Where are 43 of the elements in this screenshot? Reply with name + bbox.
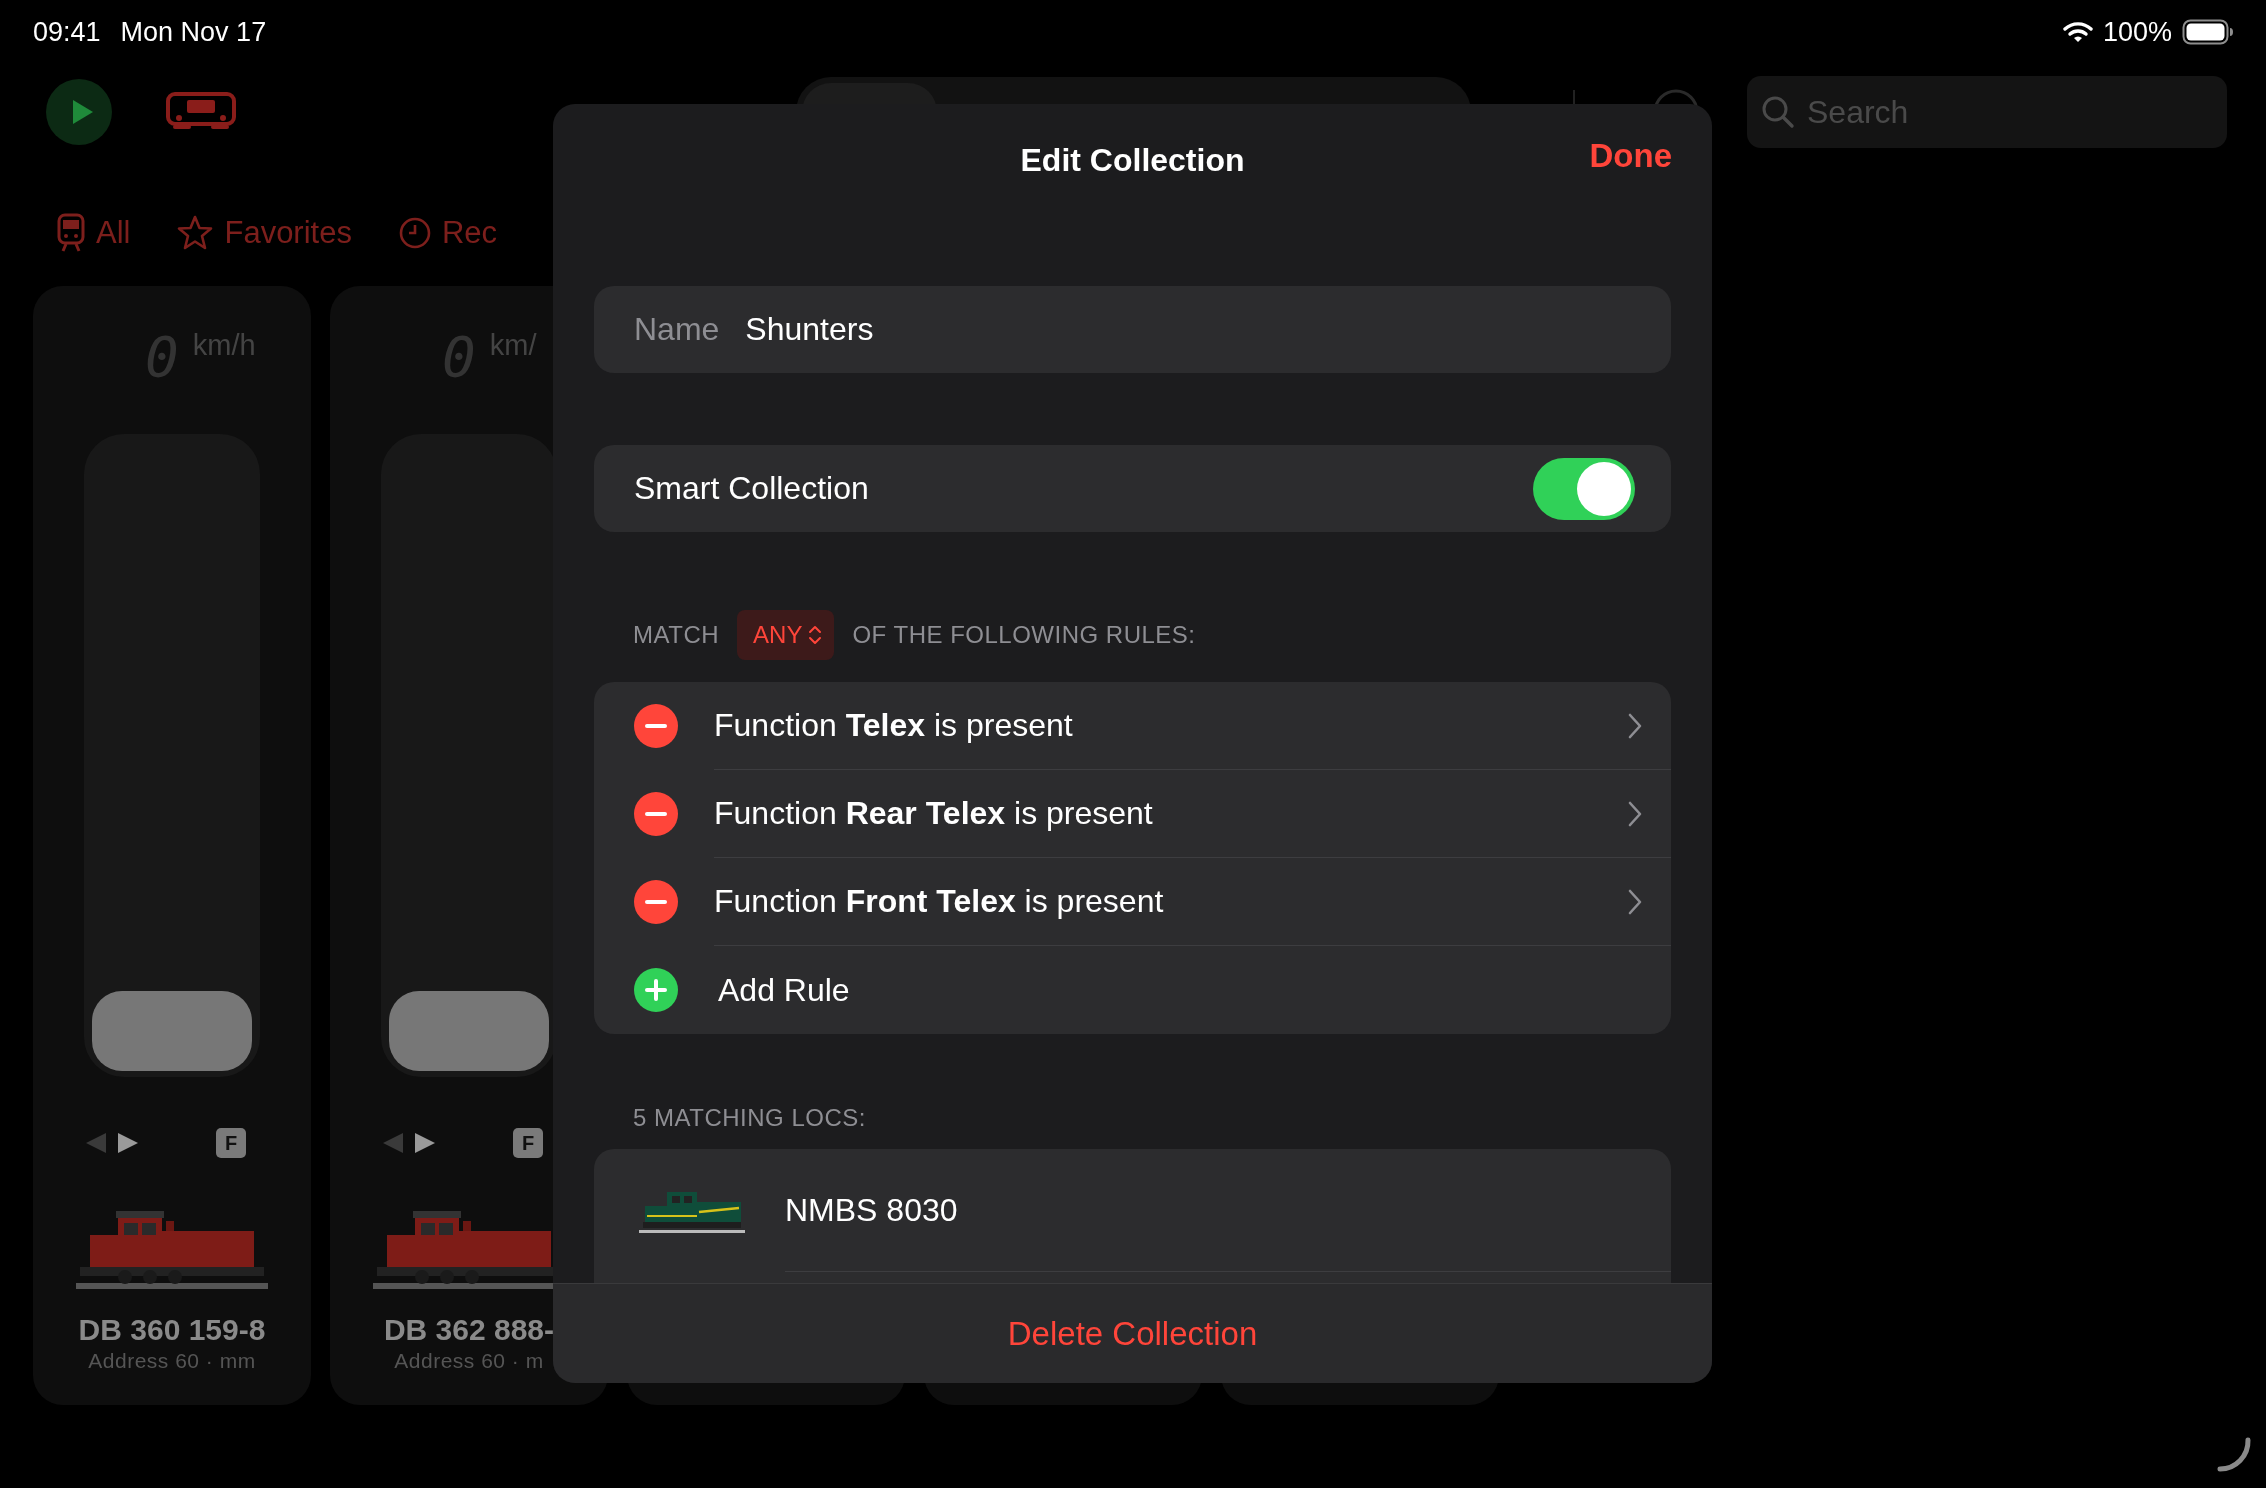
add-rule-button[interactable]: Add Rule <box>718 971 850 1009</box>
row-label: Smart Collection <box>634 470 869 507</box>
chevron-right-icon <box>1627 711 1643 740</box>
function-key[interactable]: F <box>513 1128 543 1158</box>
status-time: 09:41 <box>33 16 101 48</box>
direction-arrows-icon[interactable] <box>381 1130 437 1156</box>
remove-icon[interactable] <box>634 792 678 836</box>
battery-percent: 100% <box>2102 16 2172 48</box>
status-date: Mon Nov 17 <box>120 16 267 48</box>
up-down-chevron-icon <box>808 624 823 646</box>
section-label: MATCH <box>633 621 720 649</box>
loco-address: Address 60 · m <box>394 1348 544 1374</box>
train-icon <box>56 213 86 253</box>
throttle-thumb[interactable] <box>389 991 549 1071</box>
loco-name: DB 360 159-8 <box>78 1312 266 1348</box>
battery-icon <box>2182 19 2234 45</box>
name-field[interactable]: Name Shunters <box>594 286 1671 373</box>
done-button[interactable]: Done <box>1589 137 1672 175</box>
direction-arrows-icon[interactable] <box>84 1130 140 1156</box>
search-icon <box>1761 95 1795 129</box>
section-label: 5 MATCHING LOCS: <box>632 1103 867 1133</box>
remove-icon[interactable] <box>634 880 678 924</box>
field-label: Name <box>634 311 720 348</box>
wifi-icon <box>2062 21 2093 43</box>
loco-address: Address 60 · mm <box>88 1348 256 1374</box>
clock-icon <box>397 216 432 250</box>
function-key[interactable]: F <box>216 1128 246 1158</box>
sheet-title: Edit Collection <box>1020 141 1245 179</box>
chevron-right-icon <box>1627 887 1643 916</box>
star-icon <box>176 214 215 252</box>
loco-name: DB 362 888- <box>383 1312 555 1348</box>
name-input[interactable]: Shunters <box>743 310 1671 349</box>
remove-icon[interactable] <box>634 704 678 748</box>
rule-row[interactable]: Function Rear Telex is present <box>714 770 1671 858</box>
loco-name[interactable]: NMBS 8030 <box>785 1191 958 1229</box>
chevron-right-icon <box>1627 799 1643 828</box>
match-mode-picker[interactable]: ANY <box>737 610 835 660</box>
throttle-thumb[interactable] <box>92 991 252 1071</box>
rule-row[interactable]: Function Front Telex is present <box>714 858 1671 946</box>
rule-row[interactable]: Function Telex is present <box>714 682 1671 770</box>
add-icon[interactable] <box>634 968 678 1012</box>
section-label: OF THE FOLLOWING RULES: <box>852 621 1196 649</box>
delete-collection-button[interactable]: Delete Collection <box>1007 1314 1258 1353</box>
